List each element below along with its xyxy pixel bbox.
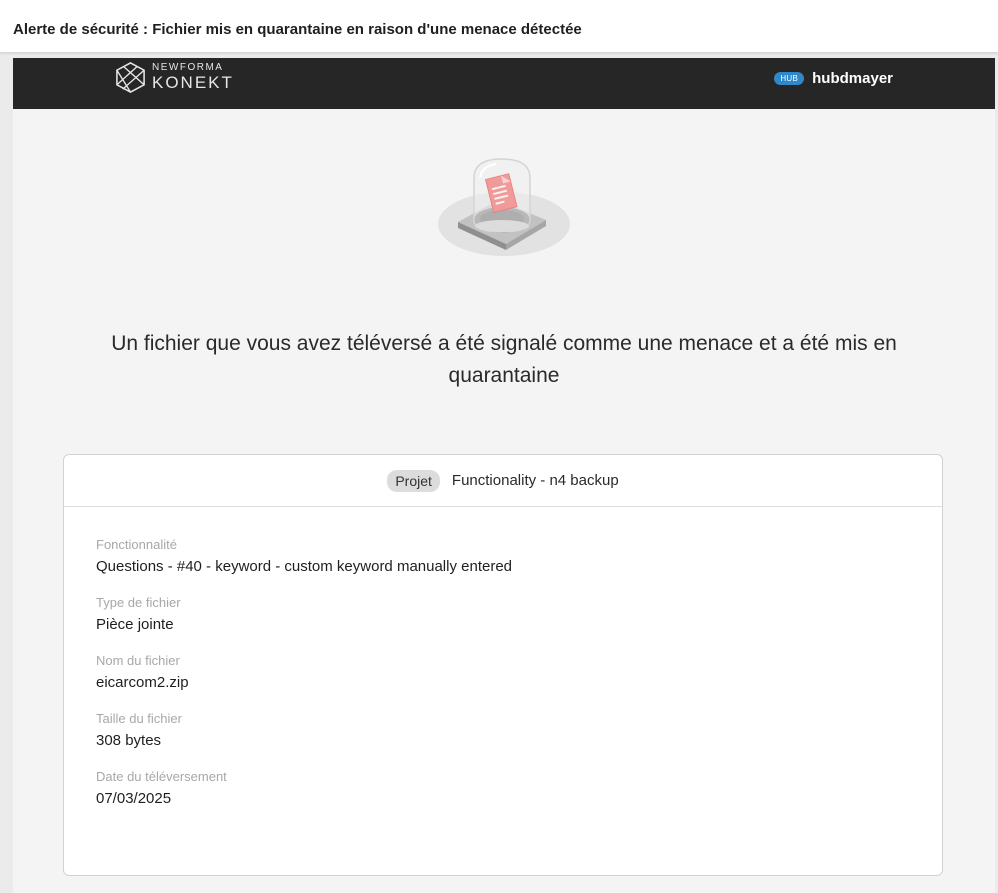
logo-wordmark: NEWFORMA KONEKT — [152, 62, 234, 92]
field-value: 308 bytes — [96, 732, 162, 749]
email-body: NEWFORMA KONEKT HUB hubdmayer Un fichier… — [13, 58, 995, 893]
field-value: Questions - #40 - keyword - custom keywo… — [96, 558, 513, 575]
logo-bottom-text: KONEKT — [152, 73, 234, 92]
field-file-size: Taille du fichier 308 bytes — [96, 711, 512, 750]
field-file-type: Type de fichier Pièce jointe — [96, 595, 512, 634]
project-label-pill: Projet — [387, 469, 440, 492]
konekt-logo-icon — [116, 61, 145, 93]
field-label: Fonctionnalité — [96, 537, 177, 552]
field-label: Nom du fichier — [96, 653, 180, 668]
email-subject-bar: Alerte de sécurité : Fichier mis en quar… — [0, 0, 998, 53]
field-value: Pièce jointe — [96, 616, 174, 633]
hub-badge: HUB — [774, 72, 805, 85]
logo-top-text: NEWFORMA — [152, 62, 224, 73]
field-label: Taille du fichier — [96, 711, 182, 726]
file-details-list: Fonctionnalité Questions - #40 - keyword… — [96, 537, 512, 827]
hub-account[interactable]: HUB hubdmayer — [774, 70, 893, 87]
file-details-card: Projet Functionality - n4 backup Fonctio… — [63, 454, 943, 876]
field-upload-date: Date du téléversement 07/03/2025 — [96, 769, 512, 808]
newforma-konekt-logo[interactable]: NEWFORMA KONEKT — [114, 60, 234, 94]
email-subject: Alerte de sécurité : Fichier mis en quar… — [13, 21, 582, 38]
field-label: Date du téléversement — [96, 769, 227, 784]
field-feature: Fonctionnalité Questions - #40 - keyword… — [96, 537, 512, 576]
app-header: NEWFORMA KONEKT HUB hubdmayer — [13, 58, 995, 109]
quarantine-message: Un fichier que vous avez téléversé a été… — [111, 332, 897, 387]
hub-name: hubdmayer — [812, 70, 893, 87]
field-value: eicarcom2.zip — [96, 674, 189, 691]
project-header: Projet Functionality - n4 backup — [64, 455, 942, 507]
project-name: Functionality - n4 backup — [451, 472, 619, 489]
field-value: 07/03/2025 — [96, 790, 172, 807]
field-label: Type de fichier — [96, 595, 181, 610]
field-file-name: Nom du fichier eicarcom2.zip — [96, 653, 512, 692]
quarantined-file-dome-icon — [438, 158, 570, 256]
